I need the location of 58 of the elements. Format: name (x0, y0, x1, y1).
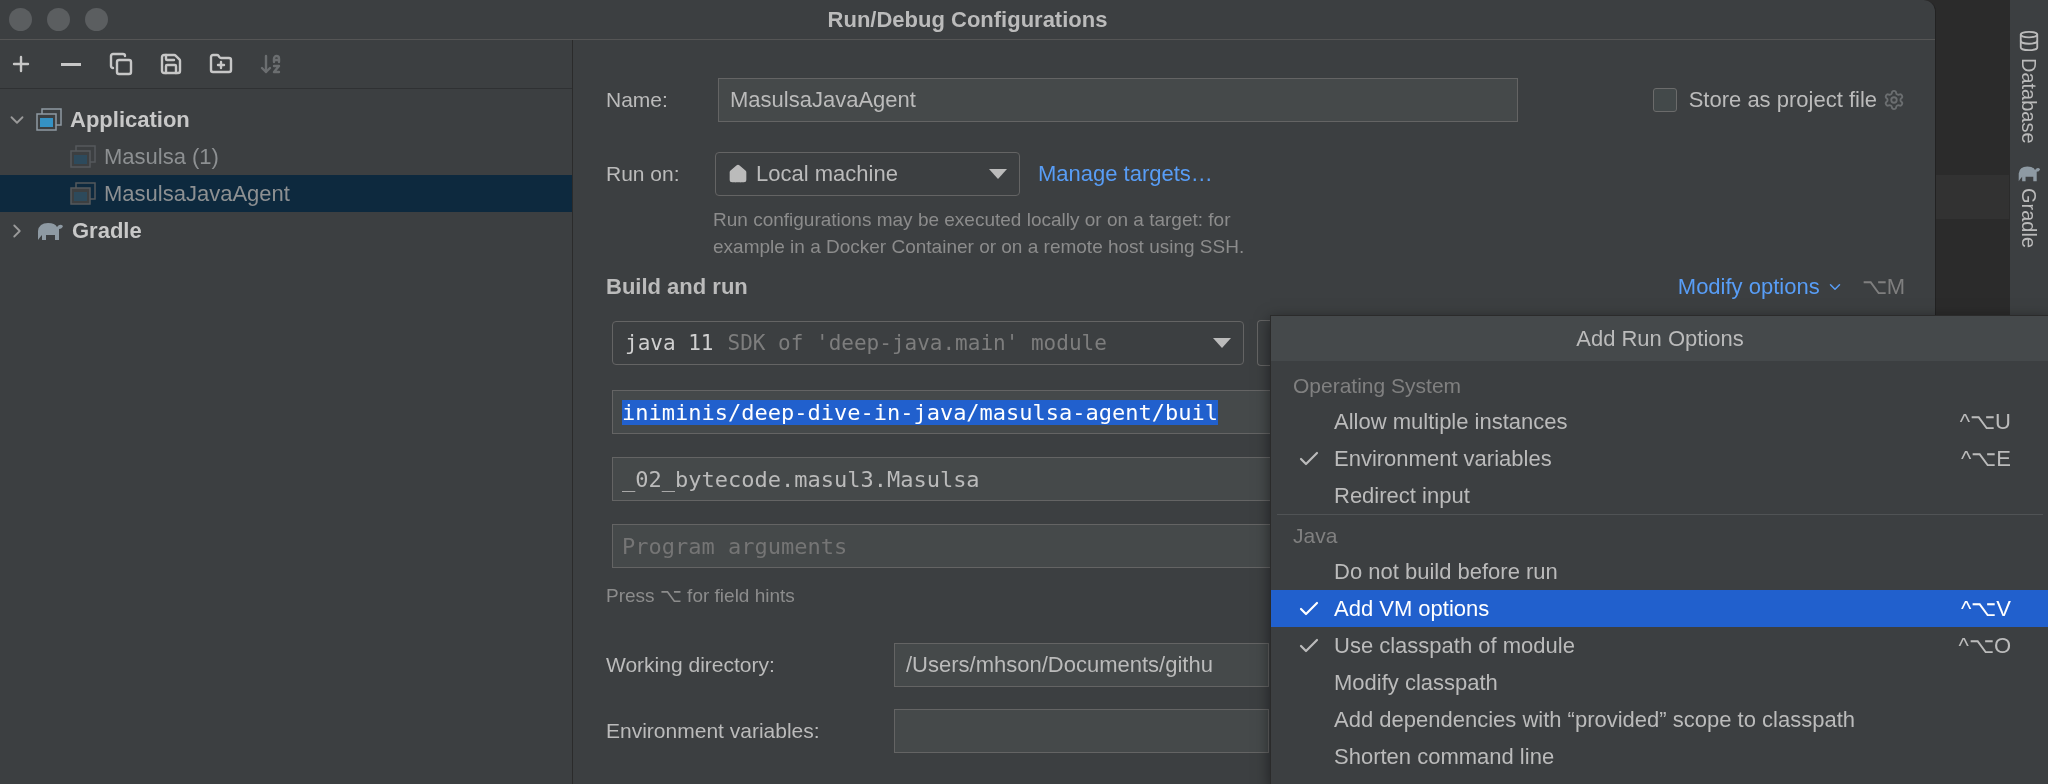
tree-item[interactable]: Gradle (0, 212, 572, 249)
shortcut-text: ⌥M (1861, 274, 1905, 300)
tree-label: Gradle (72, 217, 142, 244)
tree-item[interactable]: Application (0, 101, 572, 138)
sort-icon (259, 52, 283, 76)
settings-icon[interactable] (1883, 89, 1905, 111)
run-on-dropdown[interactable]: Local machine (715, 152, 1020, 196)
section-heading: Build and run (606, 274, 748, 300)
menu-item[interactable]: Redirect input (1271, 477, 2048, 514)
menu-item[interactable]: Add VM options ^⌥V (1271, 590, 2048, 627)
tree-label: Masulsa (1) (104, 143, 219, 170)
menu-title: Add Run Options (1271, 316, 2048, 361)
vm-options-field[interactable]: iniminis/deep-dive-in-java/masulsa-agent/buil (612, 390, 1271, 434)
save-button[interactable] (158, 51, 184, 77)
menu-item[interactable]: Shorten command line (1271, 738, 2048, 775)
tree-item[interactable]: Masulsa (1) (0, 138, 572, 175)
help-text: Run configurations may be executed locally or on a target: for example in a Docker Container or on a remote host using SSH. (713, 208, 1246, 259)
environment-variables-label: Environment variables: (606, 719, 821, 743)
menu-item[interactable]: Add dependencies with “provided” scope to classpath (1271, 701, 2048, 738)
elephant-icon (36, 220, 64, 241)
window-title: Run/Debug Configurations (827, 6, 1108, 33)
checkbox[interactable] (1652, 88, 1677, 112)
window-icon (70, 144, 96, 169)
folder-icon (209, 52, 233, 76)
house-icon (728, 164, 748, 184)
checkbox-label: Store as project file (1688, 87, 1877, 113)
menu-section-title: Operating System (1292, 373, 1462, 399)
working-directory-label: Working directory: (606, 653, 776, 677)
menu-item[interactable]: Allow multiple instances ^⌥U (1271, 403, 2048, 440)
field-hint: Press ⌥ for field hints (606, 584, 795, 607)
name-label: Name: (606, 88, 669, 112)
save-icon (159, 52, 183, 76)
manage-targets-link[interactable]: Manage targets… (1038, 161, 1213, 187)
copy-button[interactable] (108, 51, 134, 77)
copy-icon (109, 52, 133, 76)
tool-window-tab[interactable]: Gradle (2017, 187, 2041, 248)
modify-options-link[interactable]: Modify options (1677, 274, 1844, 300)
menu-section-title: Java (1292, 523, 1338, 549)
dropdown-arrow-icon (989, 169, 1007, 179)
environment-variables-field[interactable] (894, 709, 1269, 753)
menu-item[interactable]: Modify classpath (1271, 664, 2048, 701)
dropdown-arrow-icon (1213, 338, 1231, 348)
name-field[interactable]: MasulsaJavaAgent (718, 78, 1518, 122)
menu-item[interactable]: Use classpath of module ^⌥O (1271, 627, 2048, 664)
jdk-dropdown[interactable]: java 11 SDK of 'deep-java.main' module (612, 321, 1244, 365)
remove-icon (61, 62, 81, 66)
tree-label: MasulsaJavaAgent (104, 180, 290, 207)
menu-item[interactable]: Environment variables ^⌥E (1271, 440, 2048, 477)
database-icon[interactable] (2018, 30, 2040, 52)
window-icon (70, 181, 96, 206)
run-on-label: Run on: (606, 162, 681, 186)
working-directory-field[interactable]: /Users/mhson/Documents/githu (894, 643, 1269, 687)
window-icon (36, 107, 62, 132)
tree-label: Application (70, 106, 190, 133)
menu-item[interactable]: Do not build before run (1271, 553, 2048, 590)
tree-item[interactable]: MasulsaJavaAgent (0, 175, 572, 212)
tool-window-tab[interactable]: Database (2017, 58, 2041, 144)
main-class-field[interactable]: _02_bytecode.masul3.Masulsa (612, 457, 1271, 501)
